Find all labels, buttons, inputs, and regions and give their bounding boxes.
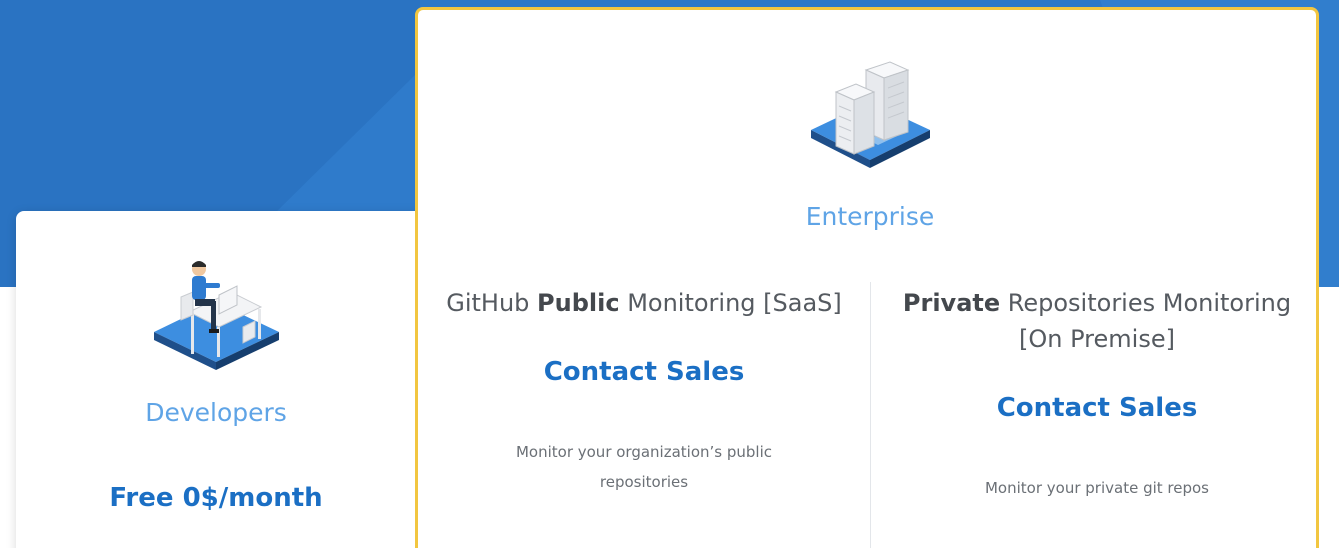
public-monitoring-plan: GitHub Public Monitoring [SaaS] Contact …	[418, 285, 870, 497]
developer-at-desk-icon	[151, 257, 281, 381]
plan-title-suffix: Monitoring [SaaS]	[619, 289, 842, 317]
plan-description: Monitor your organization’s public repos…	[515, 443, 773, 491]
public-monitoring-title: GitHub Public Monitoring [SaaS]	[444, 285, 844, 321]
developers-price: Free 0$/month	[109, 483, 323, 513]
pricing-section: Developers Free 0$/month Enterprise GitH…	[0, 0, 1339, 548]
plan-title-prefix: GitHub	[446, 289, 538, 317]
private-monitoring-plan: Private Repositories Monitoring [On Prem…	[871, 285, 1323, 503]
enterprise-tier-label: Enterprise	[805, 202, 935, 231]
developers-tier-label: Developers	[145, 398, 287, 427]
office-buildings-icon	[808, 60, 933, 179]
contact-sales-button[interactable]: Contact Sales	[544, 357, 745, 387]
private-monitoring-title: Private Repositories Monitoring [On Prem…	[897, 285, 1297, 357]
plan-title-emphasis: Private	[902, 289, 1001, 317]
contact-sales-button[interactable]: Contact Sales	[997, 393, 1198, 423]
developers-plan-card: Developers Free 0$/month	[16, 211, 446, 548]
plan-title-suffix: Repositories Monitoring [On Premise]	[1000, 289, 1292, 353]
plan-description: Monitor your private git repos	[984, 479, 1209, 497]
enterprise-plan-card: Enterprise GitHub Public Monitoring [Saa…	[415, 7, 1319, 548]
plan-title-emphasis: Public	[537, 289, 620, 317]
